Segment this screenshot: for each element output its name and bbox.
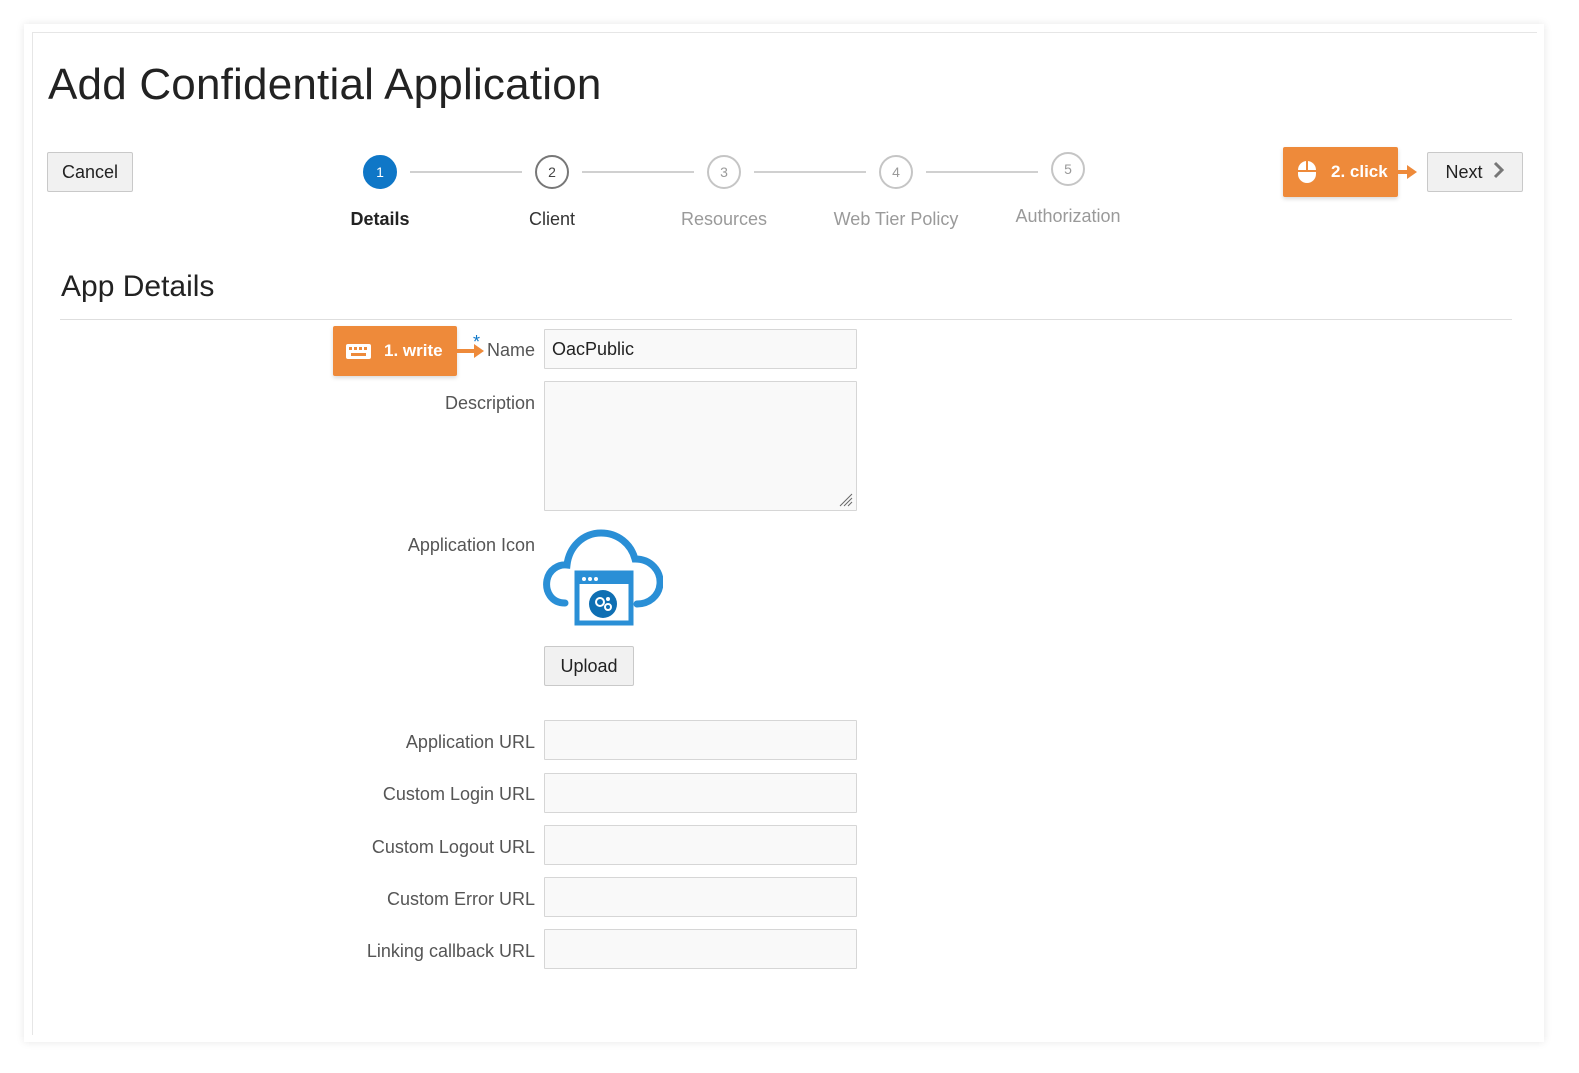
mouse-icon [1297, 160, 1317, 184]
step-5-circle[interactable]: 5 [1051, 152, 1085, 186]
step-3-label: Resources [680, 209, 768, 229]
application-icon-label: Application Icon [407, 535, 535, 555]
step-2-label: Client [528, 209, 576, 229]
click-callout: 2. click [1283, 147, 1398, 197]
application-url-label: Application URL [405, 732, 535, 752]
name-label: * Name [473, 332, 535, 361]
custom-error-url-label: Custom Error URL [386, 889, 535, 909]
chevron-right-icon [1493, 161, 1505, 183]
write-callout-label: 1. write [384, 341, 443, 360]
write-callout: 1. write [333, 326, 457, 376]
section-divider [60, 319, 1512, 320]
step-2-circle[interactable]: 2 [535, 155, 569, 189]
next-button-label: Next [1445, 161, 1483, 182]
linking-callback-url-input[interactable] [544, 929, 857, 969]
cloud-app-icon [543, 528, 664, 633]
click-callout-label: 2. click [1331, 162, 1388, 181]
step-4-circle[interactable]: 4 [879, 155, 913, 189]
callout-arrow-icon [457, 344, 484, 358]
custom-login-url-label: Custom Login URL [382, 784, 535, 804]
step-3-circle[interactable]: 3 [707, 155, 741, 189]
page-title: Add Confidential Application [48, 60, 602, 109]
step-1-circle[interactable]: 1 [363, 155, 397, 189]
application-url-input[interactable] [544, 720, 857, 760]
upload-button[interactable]: Upload [544, 646, 634, 686]
step-5-label: Authorization [1015, 206, 1121, 226]
step-connector [410, 171, 522, 173]
step-connector [754, 171, 866, 173]
custom-error-url-input[interactable] [544, 877, 857, 917]
step-connector [926, 171, 1038, 173]
next-button[interactable]: Next [1427, 152, 1523, 192]
linking-callback-url-label: Linking callback URL [366, 941, 535, 961]
step-4-label: Web Tier Policy [833, 209, 959, 229]
step-1-label: Details [350, 209, 410, 229]
name-label-text: Name [486, 340, 535, 360]
step-connector [582, 171, 694, 173]
callout-arrow-icon [1398, 165, 1417, 179]
description-label: Description [444, 393, 535, 413]
description-textarea[interactable] [544, 381, 857, 511]
required-asterisk: * [472, 332, 480, 352]
keyboard-icon [346, 343, 371, 359]
cancel-button[interactable]: Cancel [47, 152, 133, 192]
resize-handle-icon[interactable] [836, 490, 854, 508]
custom-logout-url-input[interactable] [544, 825, 857, 865]
custom-login-url-input[interactable] [544, 773, 857, 813]
name-input[interactable]: OacPublic [544, 329, 857, 369]
custom-logout-url-label: Custom Logout URL [371, 837, 535, 857]
section-title: App Details [61, 270, 215, 303]
